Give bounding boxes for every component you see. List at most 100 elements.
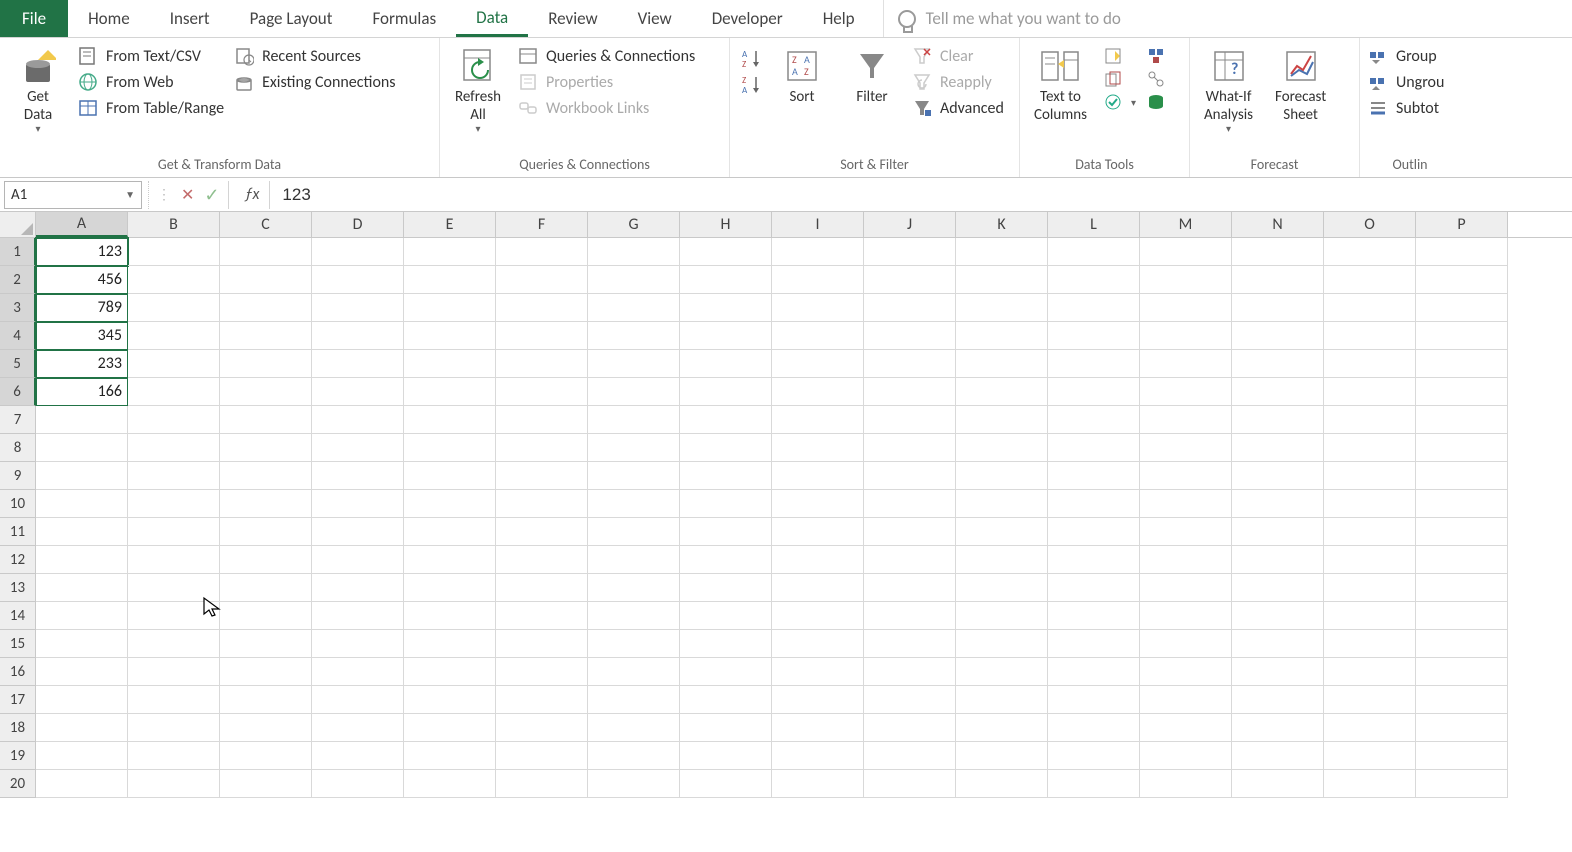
cell-O4[interactable] bbox=[1324, 322, 1416, 350]
cell-O10[interactable] bbox=[1324, 490, 1416, 518]
cell-P13[interactable] bbox=[1416, 574, 1508, 602]
cell-D19[interactable] bbox=[312, 742, 404, 770]
cell-O16[interactable] bbox=[1324, 658, 1416, 686]
cell-I15[interactable] bbox=[772, 630, 864, 658]
cell-H15[interactable] bbox=[680, 630, 772, 658]
existing-connections-button[interactable]: Existing Connections bbox=[234, 72, 395, 92]
cell-B8[interactable] bbox=[128, 434, 220, 462]
cell-P20[interactable] bbox=[1416, 770, 1508, 798]
cell-H5[interactable] bbox=[680, 350, 772, 378]
row-header-20[interactable]: 20 bbox=[0, 770, 36, 798]
cell-K13[interactable] bbox=[956, 574, 1048, 602]
cell-P14[interactable] bbox=[1416, 602, 1508, 630]
cell-C17[interactable] bbox=[220, 686, 312, 714]
cell-B15[interactable] bbox=[128, 630, 220, 658]
group-button[interactable]: Group bbox=[1368, 46, 1444, 66]
cell-O17[interactable] bbox=[1324, 686, 1416, 714]
get-data-button[interactable]: Get Data ▾ bbox=[8, 42, 68, 139]
tab-page-layout[interactable]: Page Layout bbox=[230, 0, 353, 37]
cell-C3[interactable] bbox=[220, 294, 312, 322]
cell-O20[interactable] bbox=[1324, 770, 1416, 798]
cell-F9[interactable] bbox=[496, 462, 588, 490]
cell-O11[interactable] bbox=[1324, 518, 1416, 546]
row-header-9[interactable]: 9 bbox=[0, 462, 36, 490]
from-web-button[interactable]: From Web bbox=[78, 72, 224, 92]
cell-D13[interactable] bbox=[312, 574, 404, 602]
cell-K15[interactable] bbox=[956, 630, 1048, 658]
cell-M2[interactable] bbox=[1140, 266, 1232, 294]
cell-M8[interactable] bbox=[1140, 434, 1232, 462]
cell-A2[interactable]: 456 bbox=[36, 266, 128, 294]
cell-B18[interactable] bbox=[128, 714, 220, 742]
column-header-K[interactable]: K bbox=[956, 212, 1048, 237]
cell-K20[interactable] bbox=[956, 770, 1048, 798]
cell-N16[interactable] bbox=[1232, 658, 1324, 686]
cell-F18[interactable] bbox=[496, 714, 588, 742]
cell-N19[interactable] bbox=[1232, 742, 1324, 770]
cell-I2[interactable] bbox=[772, 266, 864, 294]
column-header-G[interactable]: G bbox=[588, 212, 680, 237]
cell-J18[interactable] bbox=[864, 714, 956, 742]
cell-O3[interactable] bbox=[1324, 294, 1416, 322]
cell-B10[interactable] bbox=[128, 490, 220, 518]
cell-M17[interactable] bbox=[1140, 686, 1232, 714]
cell-E16[interactable] bbox=[404, 658, 496, 686]
cell-O19[interactable] bbox=[1324, 742, 1416, 770]
cell-F11[interactable] bbox=[496, 518, 588, 546]
tab-formulas[interactable]: Formulas bbox=[352, 0, 456, 37]
cell-G3[interactable] bbox=[588, 294, 680, 322]
cell-N13[interactable] bbox=[1232, 574, 1324, 602]
row-header-5[interactable]: 5 bbox=[0, 350, 36, 378]
cell-A16[interactable] bbox=[36, 658, 128, 686]
tab-view[interactable]: View bbox=[618, 0, 692, 37]
cell-B4[interactable] bbox=[128, 322, 220, 350]
cell-K16[interactable] bbox=[956, 658, 1048, 686]
cell-L18[interactable] bbox=[1048, 714, 1140, 742]
cell-G20[interactable] bbox=[588, 770, 680, 798]
cell-G10[interactable] bbox=[588, 490, 680, 518]
cell-C20[interactable] bbox=[220, 770, 312, 798]
cell-A15[interactable] bbox=[36, 630, 128, 658]
cell-B6[interactable] bbox=[128, 378, 220, 406]
cell-M6[interactable] bbox=[1140, 378, 1232, 406]
cell-L8[interactable] bbox=[1048, 434, 1140, 462]
row-header-3[interactable]: 3 bbox=[0, 294, 36, 322]
row-header-2[interactable]: 2 bbox=[0, 266, 36, 294]
tell-me-search[interactable]: Tell me what you want to do bbox=[883, 0, 1135, 37]
cell-B7[interactable] bbox=[128, 406, 220, 434]
cell-J20[interactable] bbox=[864, 770, 956, 798]
cell-P8[interactable] bbox=[1416, 434, 1508, 462]
cell-N7[interactable] bbox=[1232, 406, 1324, 434]
cell-G6[interactable] bbox=[588, 378, 680, 406]
manage-data-model-button[interactable] bbox=[1146, 92, 1166, 112]
cell-A14[interactable] bbox=[36, 602, 128, 630]
cell-L19[interactable] bbox=[1048, 742, 1140, 770]
properties-button[interactable]: Properties bbox=[518, 72, 695, 92]
cell-I7[interactable] bbox=[772, 406, 864, 434]
cell-H13[interactable] bbox=[680, 574, 772, 602]
cell-E6[interactable] bbox=[404, 378, 496, 406]
column-header-C[interactable]: C bbox=[220, 212, 312, 237]
cell-K19[interactable] bbox=[956, 742, 1048, 770]
column-header-A[interactable]: A bbox=[36, 212, 128, 237]
cell-E11[interactable] bbox=[404, 518, 496, 546]
cell-D20[interactable] bbox=[312, 770, 404, 798]
cell-L10[interactable] bbox=[1048, 490, 1140, 518]
cell-A9[interactable] bbox=[36, 462, 128, 490]
cell-A5[interactable]: 233 bbox=[36, 350, 128, 378]
cell-F14[interactable] bbox=[496, 602, 588, 630]
cell-E5[interactable] bbox=[404, 350, 496, 378]
cell-I12[interactable] bbox=[772, 546, 864, 574]
row-header-11[interactable]: 11 bbox=[0, 518, 36, 546]
cell-C19[interactable] bbox=[220, 742, 312, 770]
cell-B2[interactable] bbox=[128, 266, 220, 294]
row-header-7[interactable]: 7 bbox=[0, 406, 36, 434]
clear-filter-button[interactable]: Clear bbox=[912, 46, 1004, 66]
row-header-6[interactable]: 6 bbox=[0, 378, 36, 406]
cell-N2[interactable] bbox=[1232, 266, 1324, 294]
cell-N9[interactable] bbox=[1232, 462, 1324, 490]
cell-N6[interactable] bbox=[1232, 378, 1324, 406]
cell-P18[interactable] bbox=[1416, 714, 1508, 742]
cell-N1[interactable] bbox=[1232, 238, 1324, 266]
cell-A19[interactable] bbox=[36, 742, 128, 770]
